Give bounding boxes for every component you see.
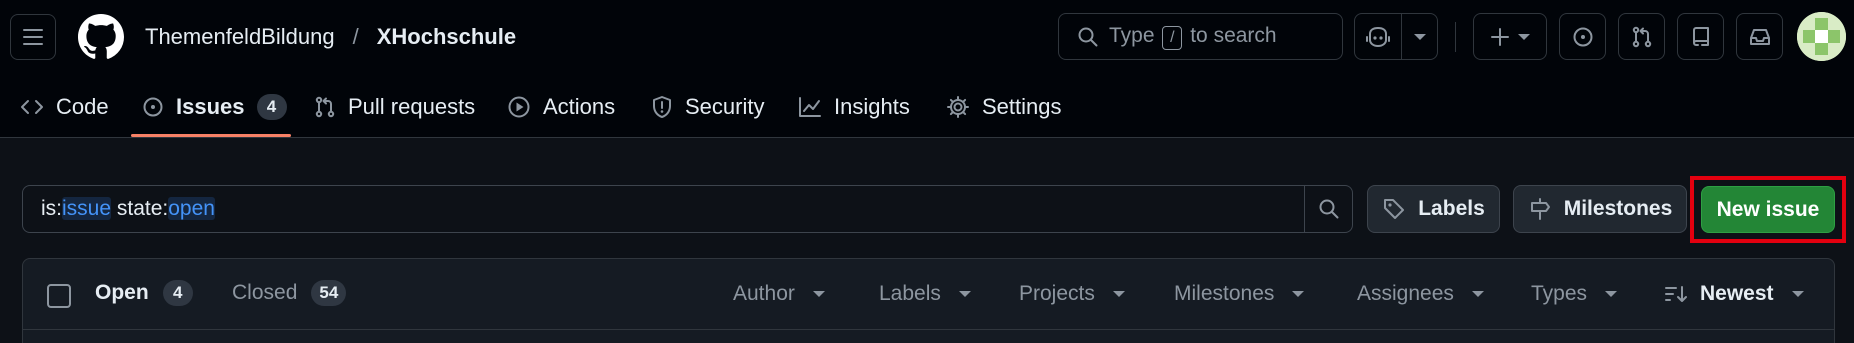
menu-button[interactable]	[10, 14, 56, 60]
chevron-down-icon	[812, 291, 825, 297]
milestone-icon	[1528, 197, 1552, 221]
chevron-down-icon	[1292, 291, 1305, 297]
breadcrumb-owner-link[interactable]: ThemenfeldBildung	[145, 24, 335, 50]
select-all-checkbox[interactable]	[47, 284, 71, 308]
copilot-icon	[1365, 25, 1391, 49]
author-filter-menu[interactable]: Author	[733, 282, 825, 306]
chevron-down-icon	[1471, 291, 1484, 297]
issue-filter-input[interactable]: is:issue state:open	[22, 185, 1353, 233]
pull-requests-button[interactable]	[1618, 13, 1665, 60]
inbox-icon	[1748, 26, 1772, 48]
assignees-filter-menu[interactable]: Assignees	[1357, 282, 1484, 306]
hamburger-icon	[22, 27, 44, 47]
code-icon	[20, 97, 44, 117]
search-placeholder: Type / to search	[1109, 24, 1277, 50]
git-pull-request-icon	[1631, 26, 1653, 48]
repo-icon	[1690, 26, 1712, 48]
tab-insights[interactable]: Insights	[798, 76, 910, 138]
tab-actions[interactable]: Actions	[507, 76, 615, 138]
header-divider	[1455, 22, 1456, 52]
repo-tabs: Code Issues 4 Pull requests Actions Secu…	[0, 76, 1854, 138]
tab-code[interactable]: Code	[20, 76, 109, 138]
search-icon	[1077, 26, 1099, 48]
annotation-highlight-box	[1690, 176, 1846, 243]
github-logo-icon[interactable]	[78, 14, 124, 60]
closed-issues-tab[interactable]: Closed 54	[232, 280, 347, 306]
issue-opened-icon	[1572, 26, 1594, 48]
chevron-down-icon	[1518, 33, 1530, 40]
create-new-button[interactable]	[1473, 13, 1547, 60]
labels-filter-menu[interactable]: Labels	[879, 282, 971, 306]
filter-token: state:	[111, 197, 169, 220]
filter-token-highlight: open	[168, 197, 215, 220]
global-search-input[interactable]: Type / to search	[1058, 13, 1343, 60]
copilot-dropdown-button[interactable]	[1402, 14, 1437, 59]
app-header: ThemenfeldBildung / XHochschule Type / t…	[0, 0, 1854, 138]
selected-tab-indicator	[131, 134, 291, 137]
labels-button[interactable]: Labels	[1367, 185, 1500, 233]
plus-icon	[1490, 27, 1510, 47]
slash-key-hint: /	[1162, 25, 1183, 50]
tab-settings[interactable]: Settings	[946, 76, 1062, 138]
repositories-button[interactable]	[1677, 13, 1724, 60]
filter-search-button[interactable]	[1304, 186, 1352, 232]
chevron-down-icon	[1112, 291, 1125, 297]
chevron-down-icon	[958, 291, 971, 297]
tab-pull-requests[interactable]: Pull requests	[314, 76, 475, 138]
issues-button[interactable]	[1559, 13, 1606, 60]
breadcrumb: ThemenfeldBildung / XHochschule	[145, 24, 516, 50]
tag-icon	[1382, 197, 1406, 221]
play-icon	[507, 95, 531, 119]
inbox-button[interactable]	[1736, 13, 1783, 60]
milestones-filter-menu[interactable]: Milestones	[1174, 282, 1305, 306]
filter-query[interactable]: is:issue state:open	[23, 197, 1304, 221]
milestones-button[interactable]: Milestones	[1513, 185, 1687, 233]
breadcrumb-separator: /	[352, 24, 359, 49]
copilot-button-group	[1354, 13, 1438, 60]
chevron-down-icon	[1413, 33, 1426, 40]
filter-token: is:	[41, 197, 62, 220]
search-icon	[1318, 198, 1340, 220]
user-avatar[interactable]	[1797, 12, 1846, 61]
chevron-down-icon	[1605, 291, 1618, 297]
closed-count-badge: 54	[311, 280, 347, 306]
types-filter-menu[interactable]: Types	[1531, 282, 1618, 306]
projects-filter-menu[interactable]: Projects	[1019, 282, 1125, 306]
tab-security[interactable]: Security	[651, 76, 764, 138]
sort-menu[interactable]: Newest	[1664, 282, 1804, 306]
shield-icon	[651, 95, 673, 119]
issues-count-badge: 4	[256, 94, 287, 120]
filter-token-highlight: issue	[62, 197, 112, 220]
gear-icon	[946, 95, 970, 119]
issue-opened-icon	[142, 96, 164, 118]
tab-issues[interactable]: Issues 4	[142, 76, 287, 138]
open-count-badge: 4	[162, 280, 193, 306]
open-issues-tab[interactable]: Open 4	[95, 280, 193, 306]
git-pull-request-icon	[314, 96, 336, 118]
list-header-divider	[22, 329, 1835, 330]
graph-icon	[798, 96, 822, 118]
chevron-down-icon	[1791, 291, 1804, 297]
copilot-button[interactable]	[1355, 14, 1403, 59]
sort-desc-icon	[1664, 284, 1688, 304]
breadcrumb-repo-link[interactable]: XHochschule	[377, 24, 516, 50]
